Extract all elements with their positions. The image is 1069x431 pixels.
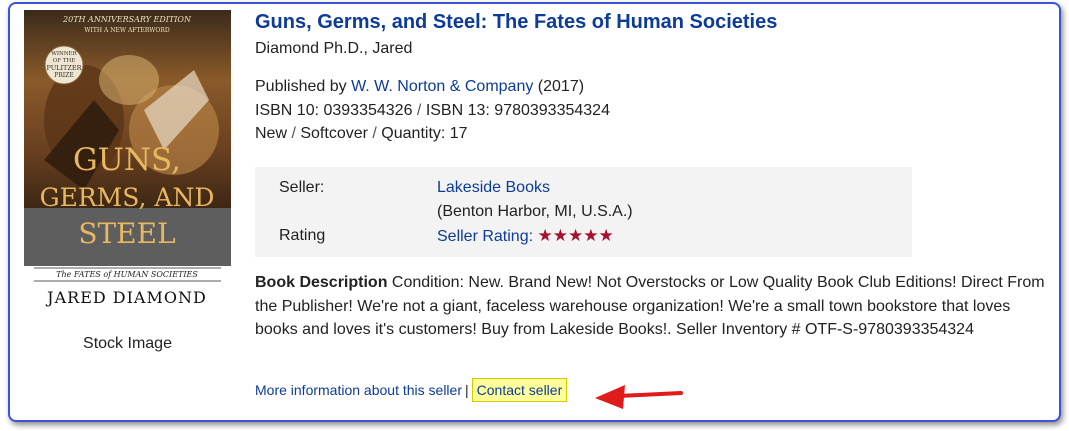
isbn13: ISBN 13: 9780393354324 [425, 101, 610, 119]
rating-label: Rating [279, 227, 326, 244]
condition: New [255, 125, 288, 142]
published-by-label: Published by [255, 78, 352, 95]
contact-seller-link[interactable]: Contact seller [471, 378, 568, 402]
book-cover-image[interactable]: 20TH ANNIVERSARY EDITION WITH A NEW AFTE… [24, 10, 231, 307]
seller-label: Seller: [279, 179, 325, 196]
seller-rating: Seller Rating: ★★★★★ [437, 226, 614, 246]
seller-location: (Benton Harbor, MI, U.S.A.) [437, 203, 633, 220]
cover-title-line1: GUNS, [73, 142, 181, 178]
cover-edition-line1: 20TH ANNIVERSARY EDITION [62, 15, 192, 24]
condition-separator-2: / [367, 125, 382, 142]
badge-line4: PRIZE [54, 72, 73, 79]
binding: Softcover [300, 125, 368, 142]
cover-author: JARED DIAMOND [45, 288, 207, 307]
publisher-link[interactable]: W. W. Norton & Company [351, 78, 533, 95]
book-title-link[interactable]: Guns, Germs, and Steel: The Fates of Hum… [255, 11, 777, 34]
seller-info-box: Seller: Lakeside Books (Benton Harbor, M… [255, 167, 912, 257]
cover-subtitle: The FATES of HUMAN SOCIETIES [56, 270, 198, 279]
more-info-seller-link[interactable]: More information about this seller [255, 382, 462, 398]
cover-title-line3: STEEL [78, 217, 175, 250]
isbn-line: ISBN 10: 0393354326 / ISBN 13: 978039335… [255, 99, 610, 123]
stock-image-label: Stock Image [83, 335, 172, 352]
condition-line: New / Softcover / Quantity: 17 [255, 122, 610, 146]
rating-stars-icon: ★★★★★ [537, 226, 614, 245]
book-description: Book Description Condition: New. Brand N… [255, 271, 1045, 342]
publication-info: Published by W. W. Norton & Company (201… [255, 75, 610, 146]
isbn10: ISBN 10: 0393354326 [255, 101, 413, 119]
seller-actions: More information about this seller | Conta… [255, 378, 568, 402]
book-author: Diamond Ph.D., Jared [255, 40, 413, 57]
quantity: Quantity: 17 [381, 125, 468, 142]
condition-separator-1: / [287, 125, 301, 142]
badge-line1: WINNER [51, 51, 77, 57]
badge-line3: PULITZER [46, 64, 82, 72]
publisher-line: Published by W. W. Norton & Company (201… [255, 75, 610, 99]
footer-divider: | [465, 382, 469, 398]
cover-edition-line2: WITH A NEW AFTERWORD [84, 27, 169, 34]
publication-year: (2017) [533, 78, 585, 95]
red-arrow-icon [595, 385, 683, 409]
seller-name-link[interactable]: Lakeside Books [437, 179, 550, 197]
cover-title-line2: GERMS, AND [40, 183, 215, 212]
isbn-separator: / [412, 101, 426, 119]
seller-rating-link[interactable]: Seller Rating: [437, 228, 533, 245]
description-heading: Book Description [255, 274, 388, 291]
